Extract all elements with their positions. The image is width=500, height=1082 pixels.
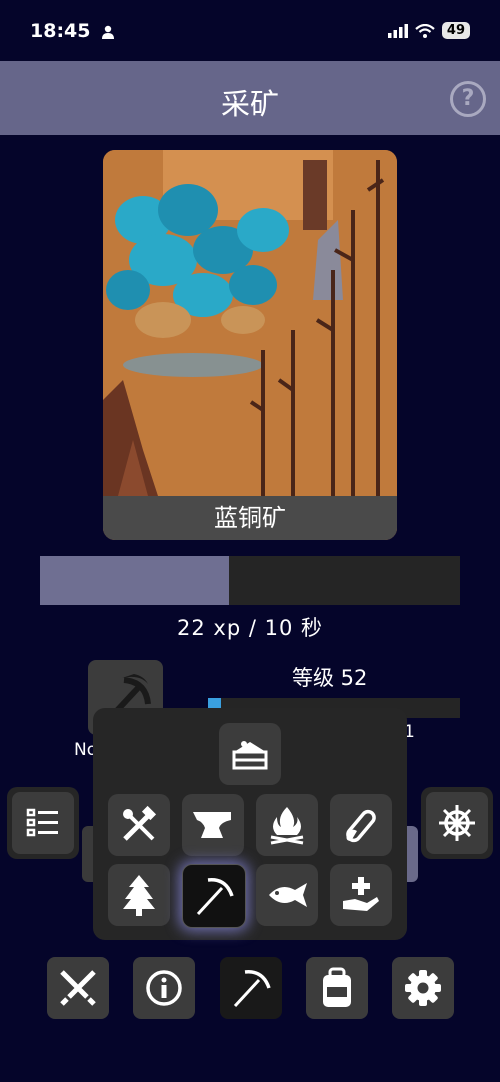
info-nav-button[interactable] bbox=[133, 957, 195, 1019]
header-bar: 采矿 ? bbox=[0, 61, 500, 135]
hand-plus-icon bbox=[343, 877, 379, 911]
mining-progress-bar bbox=[40, 556, 460, 605]
crafting-skill-button[interactable] bbox=[108, 794, 170, 856]
wifi-icon bbox=[415, 23, 435, 38]
healing-skill-button[interactable] bbox=[330, 864, 392, 926]
battery-indicator: 49 bbox=[441, 22, 470, 39]
mining-skill-button[interactable] bbox=[182, 864, 246, 928]
woodcutting-skill-button[interactable] bbox=[108, 864, 170, 926]
cake-icon bbox=[232, 741, 268, 770]
backpack-icon bbox=[323, 967, 351, 1007]
fish-icon bbox=[269, 883, 307, 907]
ore-name: 蓝铜矿 bbox=[103, 496, 397, 540]
combat-nav-button[interactable] bbox=[47, 957, 109, 1019]
inventory-nav-button[interactable] bbox=[306, 957, 368, 1019]
potion-icon bbox=[346, 809, 376, 843]
gear-icon bbox=[405, 970, 441, 1006]
list-button[interactable] bbox=[7, 787, 79, 859]
firemaking-skill-button[interactable] bbox=[256, 794, 318, 856]
pickaxe-icon bbox=[233, 970, 271, 1008]
ore-card[interactable]: 蓝铜矿 bbox=[103, 150, 397, 540]
mining-progress-fill bbox=[40, 556, 229, 605]
ship-wheel-button[interactable] bbox=[421, 787, 493, 859]
xp-rate-text: 22 xp / 10 秒 bbox=[177, 616, 323, 640]
info-icon bbox=[146, 970, 182, 1006]
page-title: 采矿 bbox=[220, 87, 279, 121]
cooking-skill-button[interactable] bbox=[219, 723, 281, 785]
settings-nav-button[interactable] bbox=[392, 957, 454, 1019]
swords-icon bbox=[60, 970, 96, 1006]
mining-nav-button[interactable] bbox=[220, 957, 282, 1019]
status-icons: 49 bbox=[387, 22, 470, 39]
ore-illustration bbox=[103, 150, 397, 496]
skill-menu-popup bbox=[93, 708, 407, 940]
alchemy-skill-button[interactable] bbox=[330, 794, 392, 856]
anvil-icon bbox=[193, 812, 231, 838]
person-icon bbox=[101, 25, 115, 39]
pickaxe-icon bbox=[196, 878, 234, 916]
status-time: 18:45 bbox=[30, 20, 115, 42]
smithing-skill-button[interactable] bbox=[182, 794, 244, 856]
campfire-icon bbox=[270, 807, 304, 845]
skill-level-text: 等级 52 bbox=[292, 666, 368, 690]
ship-wheel-icon bbox=[439, 805, 475, 841]
list-icon bbox=[26, 808, 58, 837]
fishing-skill-button[interactable] bbox=[256, 864, 318, 926]
help-button[interactable]: ? bbox=[450, 81, 486, 117]
tree-icon bbox=[123, 875, 155, 916]
signal-icon bbox=[387, 23, 408, 38]
tools-icon bbox=[123, 805, 157, 841]
